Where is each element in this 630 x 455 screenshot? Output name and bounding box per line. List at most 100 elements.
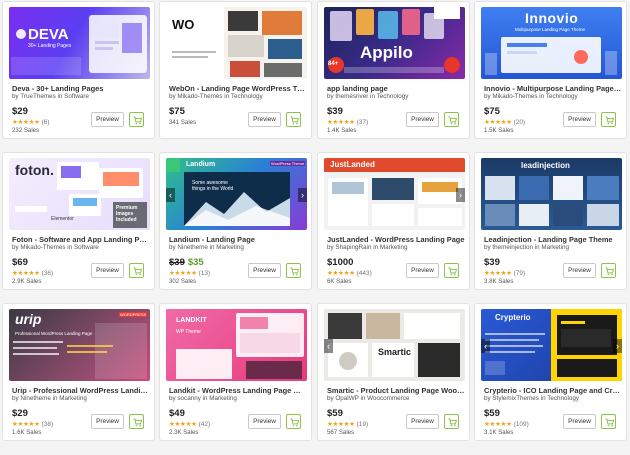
product-card-crypterio[interactable]: Crypterio ‹ › Crypterio - ICO Landing Pa… (474, 303, 627, 441)
product-thumbnail[interactable]: JustLanded › (324, 158, 465, 230)
product-byline[interactable]: by Mikado-Themes in Software (12, 244, 150, 252)
product-title[interactable]: Smartic - Product Landing Page WooCommer… (327, 386, 465, 395)
carousel-prev-button[interactable]: ‹ (481, 339, 490, 353)
product-card-innovio[interactable]: Innovio Multipurpose Landing Page Theme … (474, 1, 627, 139)
sales-count: 341 Sales (169, 119, 197, 126)
shopping-cart-icon (605, 116, 614, 125)
carousel-prev-button[interactable]: ‹ (166, 188, 175, 202)
thumbnail-brand: leadinjection (521, 161, 570, 170)
product-title[interactable]: app landing page (327, 84, 465, 93)
product-card-landium[interactable]: Landium Some awesome things in the World… (159, 152, 312, 290)
product-card-deva[interactable]: DEVA 30+ Landing Pages Deva - 30+ Landin… (2, 1, 155, 139)
product-byline[interactable]: by Ninetheme in Marketing (169, 244, 307, 252)
product-card-webon[interactable]: WO WebOn - Landing Page WordPress Theme … (159, 1, 312, 139)
product-thumbnail[interactable]: LANDKIT WP Theme (166, 309, 307, 381)
product-thumbnail[interactable]: foton. Premium Images Included Elementor (9, 158, 150, 230)
price-value: $75 (484, 106, 500, 117)
sale-price: $35 (187, 257, 204, 268)
product-title[interactable]: Landium - Landing Page (169, 235, 307, 244)
product-byline[interactable]: by ShapingRain in Marketing (327, 244, 465, 252)
add-to-cart-button[interactable] (601, 263, 616, 278)
add-to-cart-button[interactable] (129, 263, 144, 278)
product-price: $39 $35 (169, 258, 204, 268)
preview-button[interactable]: Preview (248, 263, 281, 278)
add-to-cart-button[interactable] (286, 414, 301, 429)
add-to-cart-button[interactable] (601, 414, 616, 429)
add-to-cart-button[interactable] (286, 112, 301, 127)
product-thumbnail[interactable]: Appilo 84+ (324, 7, 465, 79)
product-title[interactable]: Innovio - Multipurpose Landing Page Them… (484, 84, 622, 93)
product-card-foton[interactable]: foton. Premium Images Included Elementor… (2, 152, 155, 290)
carousel-next-button[interactable]: › (298, 188, 307, 202)
add-to-cart-button[interactable] (444, 112, 459, 127)
preview-button[interactable]: Preview (563, 414, 596, 429)
add-to-cart-button[interactable] (444, 263, 459, 278)
price-value: $59 (327, 408, 343, 419)
preview-button[interactable]: Preview (91, 112, 124, 127)
rating-count: (6) (41, 119, 50, 126)
price-value: $49 (169, 408, 185, 419)
product-thumbnail[interactable]: DEVA 30+ Landing Pages (9, 7, 150, 79)
add-to-cart-button[interactable] (129, 112, 144, 127)
product-title[interactable]: Crypterio - ICO Landing Page and Crypto (484, 386, 622, 395)
shopping-cart-icon (290, 116, 299, 125)
product-byline[interactable]: by Ninetheme in Marketing (12, 395, 150, 403)
product-card-leadinjection[interactable]: leadinjection Leadinjection - Landing Pa… (474, 152, 627, 290)
add-to-cart-button[interactable] (444, 414, 459, 429)
product-title[interactable]: Landkit - WordPress Landing Page WP Them… (169, 386, 307, 395)
product-price: $39 (484, 258, 500, 268)
product-card-landkit[interactable]: LANDKIT WP Theme Landkit - WordPress Lan… (159, 303, 312, 441)
preview-button[interactable]: Preview (563, 112, 596, 127)
product-thumbnail[interactable]: Landium Some awesome things in the World… (166, 158, 307, 230)
thumbnail-tagline: Multipurpose Landing Page Theme (515, 27, 585, 32)
product-byline[interactable]: by Mikado-Themes in Technology (169, 93, 307, 101)
product-card-smartic[interactable]: Smartic ‹ Smartic - Product Landing Page… (317, 303, 470, 441)
product-title[interactable]: Foton - Software and App Landing Page (12, 235, 150, 244)
product-thumbnail[interactable]: WO (166, 7, 307, 79)
carousel-prev-button[interactable]: ‹ (324, 339, 333, 353)
product-byline[interactable]: by OpalWP in Woocommerce (327, 395, 465, 403)
carousel-next-button[interactable]: › (456, 188, 465, 202)
add-to-cart-button[interactable] (601, 112, 616, 127)
thumbnail-brand: Innovio (525, 10, 579, 26)
product-byline[interactable]: by StylemixThemes in Technology (484, 395, 622, 403)
product-thumbnail[interactable]: urip Professional WordPress Landing Page… (9, 309, 150, 381)
preview-button[interactable]: Preview (406, 263, 439, 278)
thumbnail-brand: urip (15, 311, 42, 327)
preview-button[interactable]: Preview (91, 414, 124, 429)
carousel-next-button[interactable]: › (613, 339, 622, 353)
product-thumbnail[interactable]: leadinjection (481, 158, 622, 230)
add-to-cart-button[interactable] (286, 263, 301, 278)
product-title[interactable]: Leadinjection - Landing Page Theme (484, 235, 622, 244)
preview-button[interactable]: Preview (248, 112, 281, 127)
product-thumbnail[interactable]: Innovio Multipurpose Landing Page Theme (481, 7, 622, 79)
preview-button[interactable]: Preview (91, 263, 124, 278)
preview-button[interactable]: Preview (563, 263, 596, 278)
product-card-appilo[interactable]: Appilo 84+ app landing page by themesriv… (317, 1, 470, 139)
add-to-cart-button[interactable] (129, 414, 144, 429)
product-byline[interactable]: by themesriver in Technology (327, 93, 465, 101)
product-byline[interactable]: by socanny in Marketing (169, 395, 307, 403)
product-card-justlanded[interactable]: JustLanded › JustLanded - WordPress Land… (317, 152, 470, 290)
sales-count: 2.3K Sales (169, 429, 199, 436)
product-card-urip[interactable]: urip Professional WordPress Landing Page… (2, 303, 155, 441)
preview-button[interactable]: Preview (248, 414, 281, 429)
product-title[interactable]: Urip - Professional WordPress Landing Pa… (12, 386, 150, 395)
product-title[interactable]: WebOn - Landing Page WordPress Theme (169, 84, 307, 93)
product-byline[interactable]: by themeinjection in Marketing (484, 244, 622, 252)
product-title[interactable]: JustLanded - WordPress Landing Page (327, 235, 465, 244)
preview-button[interactable]: Preview (406, 414, 439, 429)
product-thumbnail[interactable]: Smartic ‹ (324, 309, 465, 381)
product-byline[interactable]: by TrueThemes in Software (12, 93, 150, 101)
rating-stars: ★★★★★ (42) (169, 421, 211, 428)
thumbnail-tagline: Professional WordPress Landing Page (15, 331, 93, 336)
shopping-cart-icon (133, 116, 142, 125)
svg-text:WO: WO (172, 17, 194, 32)
product-title[interactable]: Deva - 30+ Landing Pages (12, 84, 150, 93)
product-byline[interactable]: by Mikado-Themes in Technology (484, 93, 622, 101)
preview-button[interactable]: Preview (406, 112, 439, 127)
shopping-cart-icon (133, 418, 142, 427)
price-value: $1000 (327, 257, 354, 268)
product-thumbnail[interactable]: Crypterio ‹ › (481, 309, 622, 381)
product-price: $59 (484, 409, 500, 419)
